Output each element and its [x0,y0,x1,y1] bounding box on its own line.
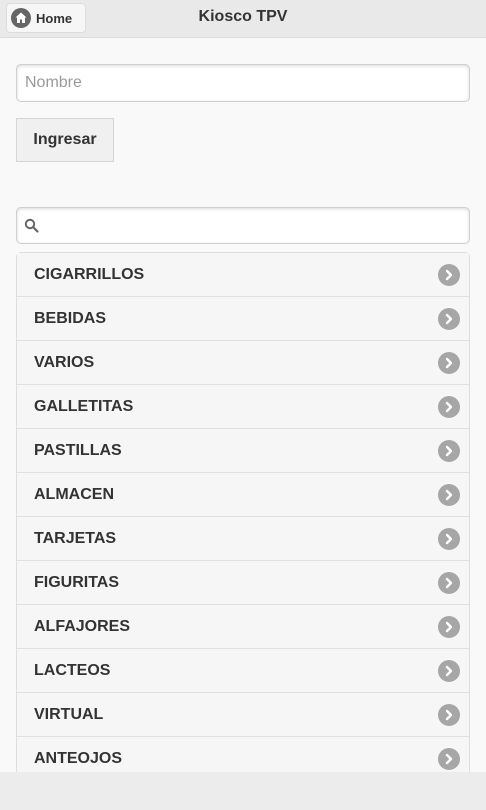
category-item[interactable]: LACTEOS [17,649,469,693]
category-item[interactable]: TARJETAS [17,517,469,561]
chevron-right-icon [438,264,460,286]
chevron-right-icon [438,572,460,594]
chevron-right-icon [438,660,460,682]
chevron-right-icon [438,748,460,770]
ingresar-button[interactable]: Ingresar [16,118,114,162]
category-item-label: ANTEOJOS [34,749,123,767]
category-item[interactable]: VIRTUAL [17,693,469,737]
category-item-label: LACTEOS [34,661,111,679]
category-item-label: CIGARRILLOS [34,265,145,283]
category-item-label: GALLETITAS [34,397,134,415]
home-button-label: Home [36,10,73,26]
footer-strip [0,772,486,810]
main-content: Ingresar CIGARRILLOS BEBIDAS VARIOS GALLETI… [0,38,486,781]
search-icon [24,218,40,234]
search-field[interactable] [16,207,470,245]
header-bar: Kiosco TPV Home [0,0,486,38]
chevron-right-icon [438,528,460,550]
category-item[interactable]: FIGURITAS [17,561,469,605]
category-item-label: BEBIDAS [34,309,107,327]
category-list: CIGARRILLOS BEBIDAS VARIOS GALLETITAS PASTIL… [16,252,470,781]
chevron-right-icon [438,440,460,462]
category-item[interactable]: PASTILLAS [17,429,469,473]
category-item-label: TARJETAS [34,529,117,547]
category-item[interactable]: BEBIDAS [17,297,469,341]
category-item-label: VARIOS [34,353,95,371]
home-icon [11,8,31,28]
category-item[interactable]: VARIOS [17,341,469,385]
category-item-label: PASTILLAS [34,441,122,459]
chevron-right-icon [438,396,460,418]
category-item[interactable]: GALLETITAS [17,385,469,429]
category-item[interactable]: CIGARRILLOS [17,253,469,297]
category-item-label: FIGURITAS [34,573,120,591]
chevron-right-icon [438,704,460,726]
category-item-label: ALFAJORES [34,617,131,635]
category-item[interactable]: ALMACEN [17,473,469,517]
name-input[interactable] [16,64,470,102]
chevron-right-icon [438,308,460,330]
home-button[interactable]: Home [6,3,86,33]
category-item[interactable]: ALFAJORES [17,605,469,649]
chevron-right-icon [438,352,460,374]
chevron-right-icon [438,616,460,638]
chevron-right-icon [438,484,460,506]
category-item-label: VIRTUAL [34,705,104,723]
search-input[interactable] [45,208,469,245]
category-item-label: ALMACEN [34,485,114,503]
